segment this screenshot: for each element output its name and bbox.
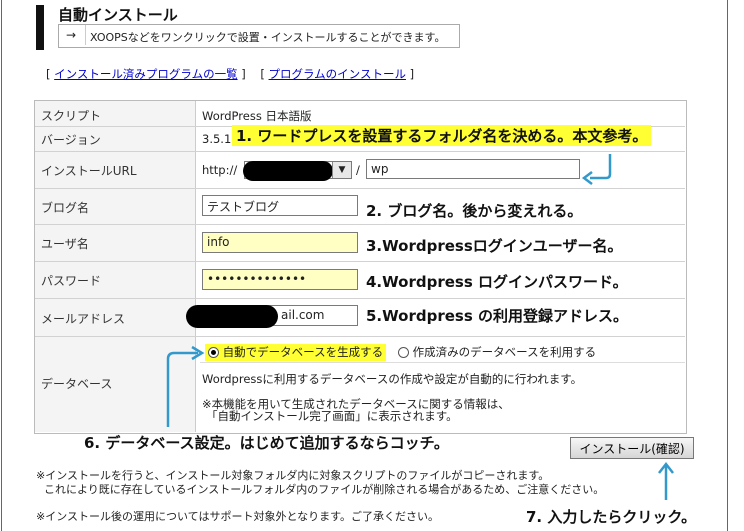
footer-note-3: ※インストール後の運用についてはサポート対象外となります。ご了承ください。	[36, 510, 440, 523]
footer-note-2: これにより既に存在しているインストールフォルダ内のファイルが削除される場合がある…	[44, 483, 605, 496]
redaction	[243, 161, 333, 181]
version-row-label: バージョン	[35, 131, 195, 147]
version-label: バージョン	[41, 133, 101, 147]
version-value: 3.5.1	[202, 132, 232, 146]
row-divider	[35, 224, 685, 225]
install-confirm-button[interactable]: インストール(確認)	[570, 437, 694, 459]
subtitle-divider	[85, 25, 86, 45]
annotation-6: 6. データベース設定。はじめて追加するならコッチ。	[84, 434, 449, 452]
radio-unselected-icon[interactable]	[398, 347, 409, 358]
password-input[interactable]: ••••••••••••••	[202, 269, 358, 290]
arrow-annotation-1-icon	[581, 154, 612, 185]
url-separator: /	[356, 163, 360, 177]
url-row-label: インストールURL	[35, 162, 195, 178]
domain-select[interactable]: ▼	[243, 161, 352, 181]
bracket: [	[46, 67, 51, 81]
script-label: スクリプト	[41, 109, 102, 123]
annotation-7: 7. 入力したらクリック。	[526, 508, 697, 526]
frame-right-border	[727, 0, 728, 531]
mail-label: メールアドレス	[41, 312, 126, 326]
arrow-annotation-7-icon	[658, 461, 674, 500]
annotation-4: 4.Wordpress ログインパスワード。	[366, 273, 628, 291]
db-label: データベース	[41, 377, 113, 391]
page-title: 自動インストール	[58, 6, 178, 24]
pass-label: パスワード	[41, 274, 102, 288]
db-description: Wordpressに利用するデータベースの作成や設定が自動的に行われます。	[202, 372, 583, 386]
page-subtitle: XOOPSなどをワンクリックで設置・インストールすることができます。	[90, 31, 446, 44]
annotation-2: 2. ブログ名。後から変えれる。	[366, 202, 583, 220]
annotation-3: 3.Wordpressログインユーザー名。	[366, 237, 623, 255]
script-row-label: スクリプト	[35, 107, 195, 123]
mail-row-label: メールアドレス	[35, 310, 195, 326]
title-accent-bar	[36, 5, 44, 50]
annotation-1: 1. ワードプレスを設置するフォルダ名を決める。本文参考。	[232, 125, 652, 146]
db-auto-option[interactable]: 自動でデータベースを生成する	[205, 344, 387, 361]
row-divider	[35, 298, 685, 299]
user-row-label: ユーザ名	[35, 235, 195, 251]
chevron-down-icon[interactable]: ▼	[332, 162, 351, 178]
bracket: ]	[409, 67, 415, 81]
user-label: ユーザ名	[41, 237, 89, 251]
db-existing-label: 作成済みのデータベースを利用する	[412, 345, 597, 359]
arrow-annotation-6-icon	[166, 345, 205, 427]
row-divider	[35, 261, 685, 262]
url-label: インストールURL	[41, 164, 137, 178]
folder-input[interactable]: wp	[366, 159, 580, 179]
db-existing-option[interactable]: 作成済みのデータベースを利用する	[398, 344, 596, 361]
installed-programs-link[interactable]: インストール済みプログラムの一覧	[54, 67, 237, 81]
url-prefix: http://	[202, 163, 238, 177]
blog-label: ブログ名	[41, 201, 90, 215]
bracket: [	[260, 67, 265, 81]
blog-name-input[interactable]: テストブログ	[202, 195, 358, 216]
nav-links: [ インストール済みプログラムの一覧 ] [ プログラムのインストール ]	[46, 66, 414, 82]
bracket: ]	[241, 67, 246, 81]
frame-left-border	[1, 0, 2, 531]
annotation-5: 5.Wordpress の利用登録アドレス。	[366, 307, 628, 325]
pass-row-label: パスワード	[35, 272, 195, 288]
row-divider	[35, 336, 685, 337]
program-install-link[interactable]: プログラムのインストール	[269, 67, 406, 81]
username-input[interactable]: info	[202, 232, 358, 253]
db-note-2: 「自動インストール完了画面」に表示されます。	[206, 409, 458, 423]
db-divider	[200, 362, 685, 363]
redaction	[186, 305, 278, 328]
row-divider	[35, 188, 685, 189]
db-auto-label: 自動でデータベースを生成する	[222, 345, 384, 359]
blog-row-label: ブログ名	[35, 199, 195, 215]
script-value: WordPress 日本語版	[202, 109, 312, 123]
arrow-right-icon: →	[66, 28, 77, 42]
